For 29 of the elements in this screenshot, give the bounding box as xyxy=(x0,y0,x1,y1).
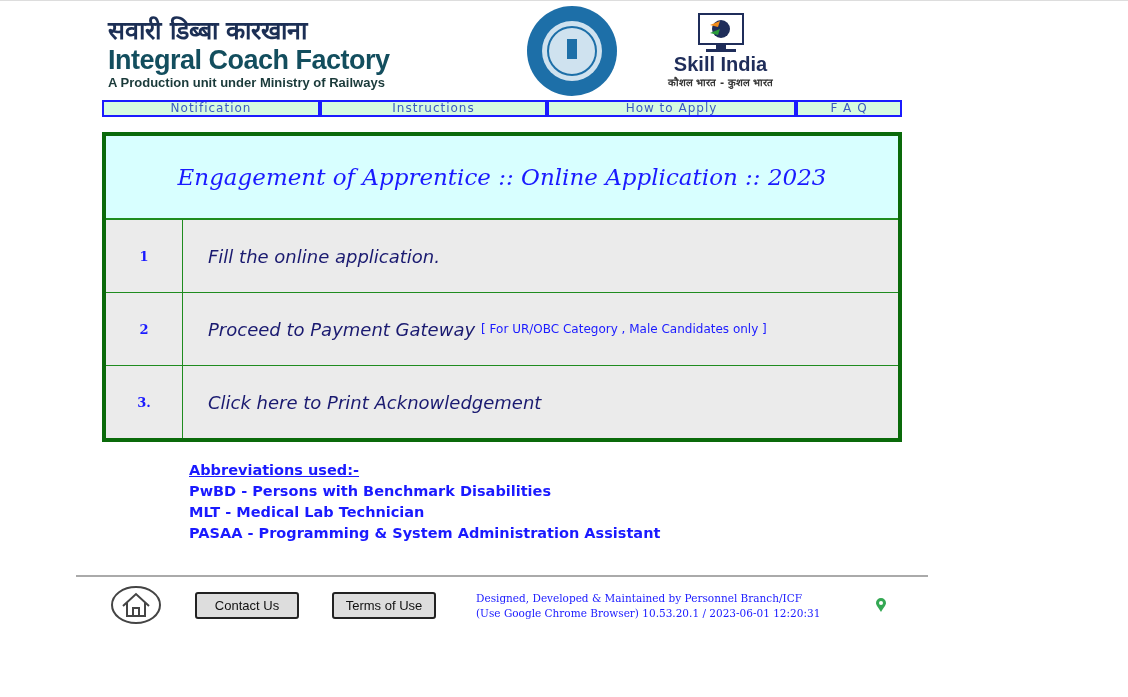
nav-link[interactable]: How to Apply xyxy=(547,100,796,117)
nav-link[interactable]: Notification xyxy=(102,100,320,117)
step-note: [ For UR/OBC Category , Male Candidates only ] xyxy=(481,322,767,336)
map-pin-icon[interactable] xyxy=(875,597,888,613)
footer-button[interactable]: Contact Us xyxy=(195,591,299,619)
step-link[interactable]: Click here to Print Acknowledgement xyxy=(208,391,542,413)
step-link[interactable]: Fill the online application. xyxy=(208,245,440,267)
abbreviation: MLT - Medical Lab Technician xyxy=(189,504,426,520)
skill-logo-tagline: कौशल भारत - कुशल भारत xyxy=(668,75,774,89)
browser-info: (Use Google Chrome Browser) 10.53.20.1 / 2023-06-01 12:20:31 xyxy=(476,606,821,619)
step-number: 3. xyxy=(106,366,183,438)
panel-title: Engagement of Apprentice :: Online Application :: 2023 xyxy=(106,136,898,219)
abbreviation: PASAA - Programming & System Administration Assistant xyxy=(189,525,662,541)
emblem-icon xyxy=(526,4,618,97)
abbreviations-heading: Abbreviations used:- xyxy=(189,462,361,478)
abbreviation: PwBD - Persons with Benchmark Disabilities xyxy=(189,483,553,499)
home-icon[interactable] xyxy=(110,585,162,625)
credits-text: Designed, Developed & Maintained by Personnel Branch/ICF xyxy=(476,591,803,604)
site-title: Integral Coach Factory xyxy=(107,45,391,75)
footer-button[interactable]: Terms of Use xyxy=(332,591,436,619)
nav-link[interactable]: Instructions xyxy=(320,100,547,117)
computer-icon xyxy=(695,12,746,53)
nav-link[interactable]: F A Q xyxy=(796,100,902,117)
hindi-title: सवारी डिब्बा कारखाना xyxy=(106,17,310,45)
skill-logo-name: Skill India xyxy=(673,52,768,75)
step-link[interactable]: Proceed to Payment Gateway xyxy=(208,318,476,340)
step-number: 1 xyxy=(106,220,183,292)
step-number: 2 xyxy=(106,293,183,365)
site-subtitle: A Production unit under Ministry of Railways xyxy=(107,75,386,90)
